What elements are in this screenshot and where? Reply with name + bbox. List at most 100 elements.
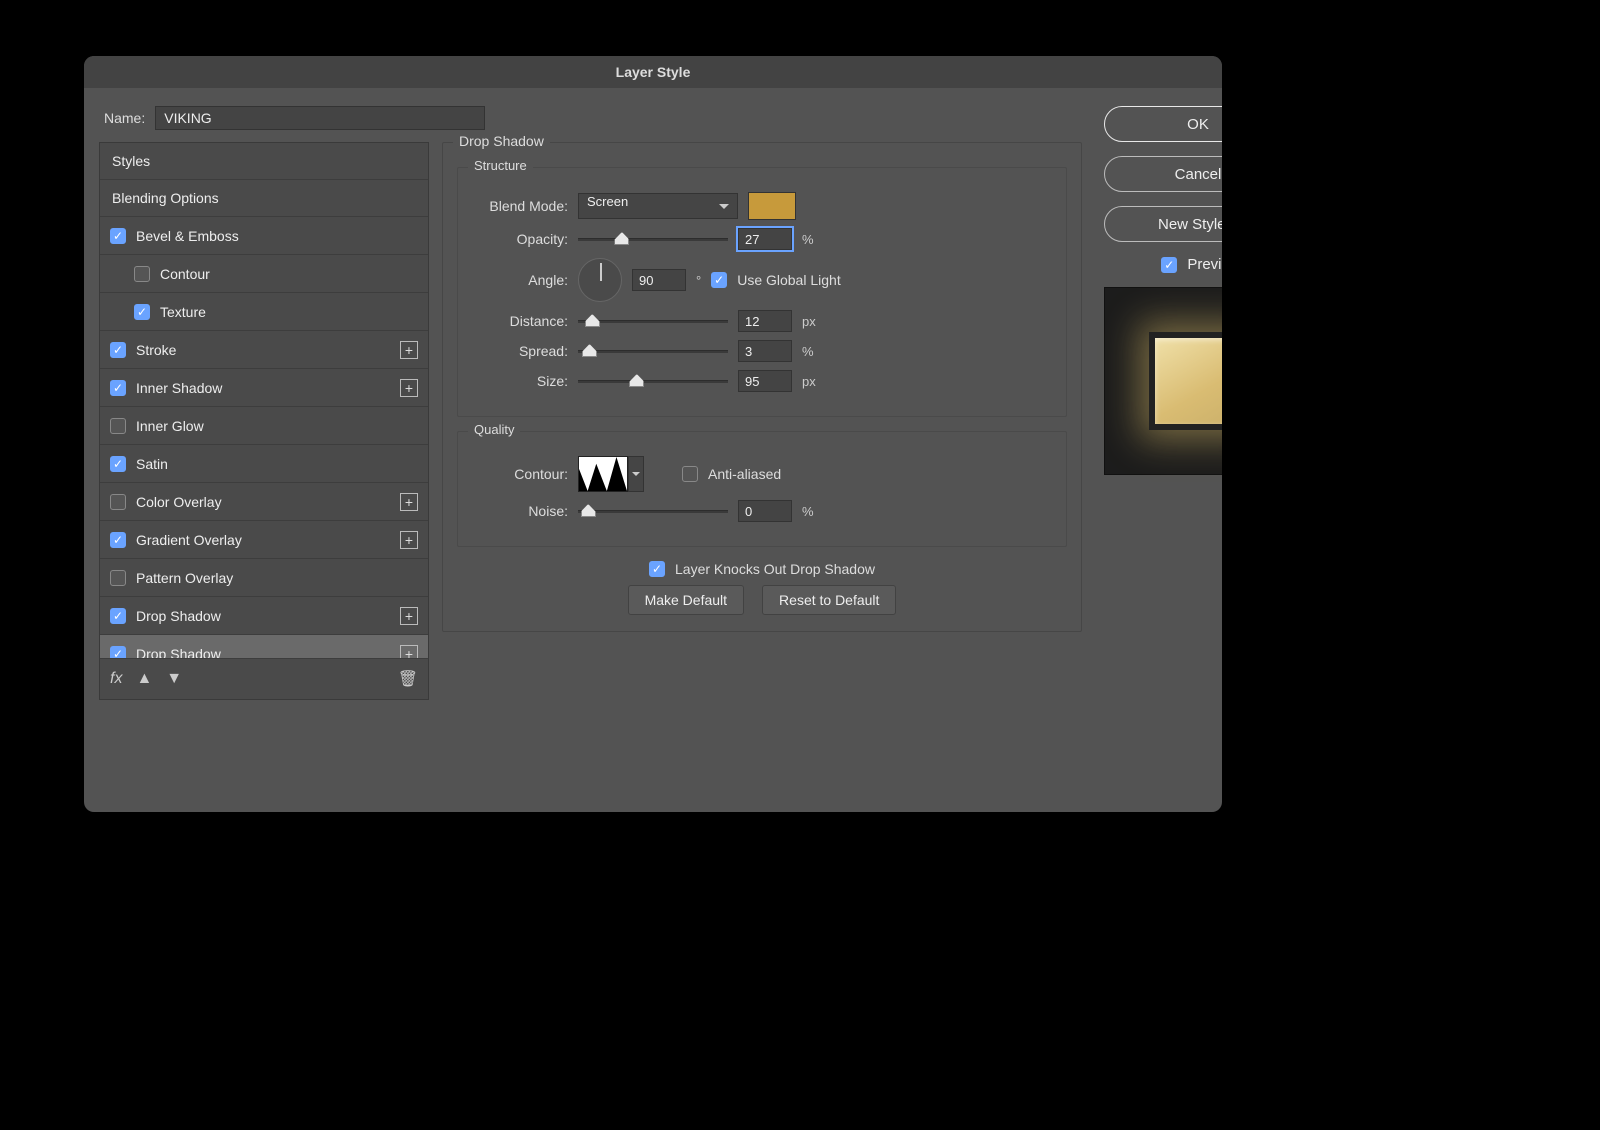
make-default-button[interactable]: Make Default — [628, 585, 744, 615]
dialog-title: Layer Style — [84, 56, 1222, 88]
style-checkbox[interactable] — [110, 380, 126, 396]
preview-thumbnail — [1104, 287, 1222, 475]
add-effect-icon[interactable]: + — [400, 341, 418, 359]
size-input[interactable] — [738, 370, 792, 392]
style-row-drop-shadow[interactable]: Drop Shadow + — [100, 597, 428, 635]
blend-mode-label: Blend Mode: — [472, 198, 568, 214]
add-effect-icon[interactable]: + — [400, 379, 418, 397]
preview-checkbox[interactable] — [1161, 257, 1177, 273]
blending-options-row[interactable]: Blending Options — [100, 180, 428, 217]
size-label: Size: — [472, 373, 568, 389]
new-style-button[interactable]: New Style... — [1104, 206, 1222, 242]
style-row-inner-glow[interactable]: Inner Glow — [100, 407, 428, 445]
style-checkbox[interactable] — [110, 456, 126, 472]
spread-label: Spread: — [472, 343, 568, 359]
distance-slider[interactable] — [578, 312, 728, 330]
style-label: Drop Shadow — [136, 646, 390, 659]
style-checkbox[interactable] — [134, 304, 150, 320]
style-row-drop-shadow[interactable]: Drop Shadow + — [100, 635, 428, 658]
spread-unit: % — [802, 344, 814, 359]
styles-footer: fx ▲ ▼ 🗑 — [100, 658, 428, 699]
style-row-gradient-overlay[interactable]: Gradient Overlay+ — [100, 521, 428, 559]
style-row-contour[interactable]: Contour — [100, 255, 428, 293]
reset-default-button[interactable]: Reset to Default — [762, 585, 896, 615]
styles-panel: Styles Blending Options Bevel & Emboss Co… — [99, 142, 429, 700]
style-row-stroke[interactable]: Stroke + — [100, 331, 428, 369]
structure-fieldset: Structure Blend Mode: Screen Opacity: % … — [457, 167, 1067, 417]
style-checkbox[interactable] — [110, 646, 126, 659]
noise-label: Noise: — [472, 503, 568, 519]
quality-legend: Quality — [468, 422, 520, 437]
style-label: Bevel & Emboss — [136, 228, 418, 244]
global-light-label: Use Global Light — [737, 272, 841, 288]
style-row-satin[interactable]: Satin — [100, 445, 428, 483]
quality-fieldset: Quality Contour: Anti-aliased Noise: % — [457, 431, 1067, 547]
style-label: Drop Shadow — [136, 608, 390, 624]
style-checkbox[interactable] — [110, 418, 126, 434]
size-unit: px — [802, 374, 816, 389]
up-arrow-icon[interactable]: ▲ — [136, 670, 152, 688]
style-checkbox[interactable] — [110, 494, 126, 510]
fx-icon[interactable]: fx — [110, 670, 122, 688]
size-slider[interactable] — [578, 372, 728, 390]
style-checkbox[interactable] — [110, 608, 126, 624]
style-checkbox[interactable] — [110, 570, 126, 586]
preview-swatch — [1149, 332, 1222, 430]
blend-mode-select[interactable]: Screen — [578, 193, 738, 219]
style-row-color-overlay[interactable]: Color Overlay + — [100, 483, 428, 521]
contour-label: Contour: — [472, 466, 568, 482]
name-input[interactable] — [155, 106, 485, 130]
anti-aliased-checkbox[interactable] — [682, 466, 698, 482]
styles-header[interactable]: Styles — [100, 143, 428, 180]
contour-picker[interactable] — [578, 456, 628, 492]
add-effect-icon[interactable]: + — [400, 531, 418, 549]
noise-unit: % — [802, 504, 814, 519]
style-row-pattern-overlay[interactable]: Pattern Overlay — [100, 559, 428, 597]
style-row-bevel-emboss[interactable]: Bevel & Emboss — [100, 217, 428, 255]
style-checkbox[interactable] — [110, 228, 126, 244]
style-checkbox[interactable] — [110, 342, 126, 358]
style-row-texture[interactable]: Texture — [100, 293, 428, 331]
style-checkbox[interactable] — [110, 532, 126, 548]
spread-slider[interactable] — [578, 342, 728, 360]
style-label: Color Overlay — [136, 494, 390, 510]
opacity-input[interactable] — [738, 228, 792, 250]
opacity-label: Opacity: — [472, 231, 568, 247]
ok-button[interactable]: OK — [1104, 106, 1222, 142]
angle-dial[interactable] — [578, 258, 622, 302]
angle-input[interactable] — [632, 269, 686, 291]
structure-legend: Structure — [468, 158, 533, 173]
add-effect-icon[interactable]: + — [400, 493, 418, 511]
opacity-slider[interactable] — [578, 230, 728, 248]
contour-dropdown-icon[interactable] — [628, 456, 644, 492]
style-label: Stroke — [136, 342, 390, 358]
noise-slider[interactable] — [578, 502, 728, 520]
noise-input[interactable] — [738, 500, 792, 522]
layer-style-dialog: Layer Style Name: Styles Blending Option… — [84, 56, 1222, 812]
style-label: Pattern Overlay — [136, 570, 418, 586]
trash-icon[interactable]: 🗑 — [398, 669, 418, 689]
style-row-inner-shadow[interactable]: Inner Shadow+ — [100, 369, 428, 407]
right-column: OK Cancel New Style... Preview — [1104, 106, 1222, 475]
style-label: Inner Glow — [136, 418, 418, 434]
down-arrow-icon[interactable]: ▼ — [166, 670, 182, 688]
global-light-checkbox[interactable] — [711, 272, 727, 288]
style-checkbox[interactable] — [134, 266, 150, 282]
main-panel: Drop Shadow Structure Blend Mode: Screen… — [442, 142, 1082, 700]
spread-input[interactable] — [738, 340, 792, 362]
section-legend: Drop Shadow — [453, 133, 550, 149]
style-label: Satin — [136, 456, 418, 472]
shadow-color-swatch[interactable] — [748, 192, 796, 220]
cancel-button[interactable]: Cancel — [1104, 156, 1222, 192]
add-effect-icon[interactable]: + — [400, 607, 418, 625]
drop-shadow-fieldset: Drop Shadow Structure Blend Mode: Screen… — [442, 142, 1082, 632]
style-label: Contour — [160, 266, 418, 282]
anti-aliased-label: Anti-aliased — [708, 466, 781, 482]
distance-label: Distance: — [472, 313, 568, 329]
distance-input[interactable] — [738, 310, 792, 332]
knockout-checkbox[interactable] — [649, 561, 665, 577]
knockout-label: Layer Knocks Out Drop Shadow — [675, 561, 875, 577]
styles-list: Bevel & EmbossContourTextureStroke+Inner… — [100, 217, 428, 658]
add-effect-icon[interactable]: + — [400, 645, 418, 659]
name-row: Name: — [104, 106, 485, 130]
